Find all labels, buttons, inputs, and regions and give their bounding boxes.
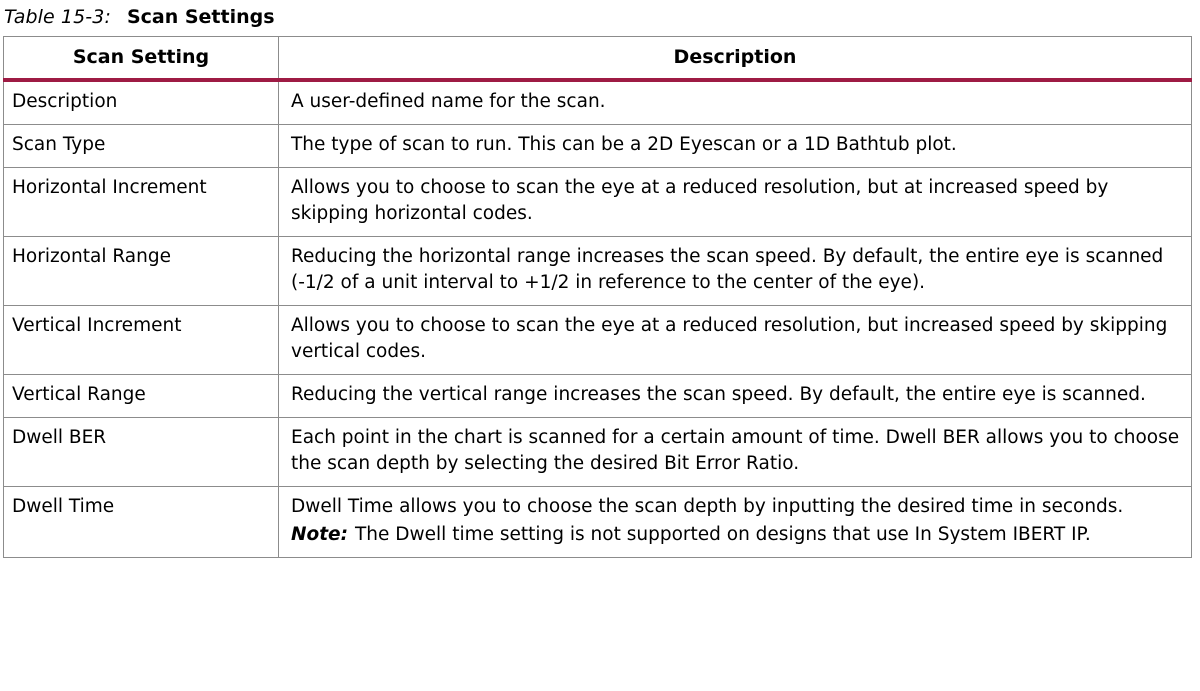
document-page: Table 15-3: Scan Settings Scan Setting De… [0,0,1200,691]
note-label: Note: [291,524,348,545]
cell-description: The type of scan to run. This can be a 2… [278,124,1192,168]
table-row: Horizontal Range Reducing the horizontal… [3,236,1192,306]
description-text: Dwell Time allows you to choose the scan… [291,496,1124,517]
cell-scan-setting: Description [3,80,279,125]
cell-description: Allows you to choose to scan the eye at … [278,167,1192,237]
table-row: Dwell BER Each point in the chart is sca… [3,417,1192,487]
cell-description: A user-defined name for the scan. [278,80,1192,125]
table-caption-label: Table 15-3: [4,6,111,28]
table-row: Vertical Range Reducing the vertical ran… [3,374,1192,418]
description-text: Reducing the vertical range increases th… [291,384,1146,405]
table-row: Vertical Increment Allows you to choose … [3,305,1192,375]
cell-scan-setting: Horizontal Increment [3,167,279,237]
table-header: Scan Setting Description [3,36,1192,82]
table-caption: Table 15-3: Scan Settings [0,0,1200,36]
cell-scan-setting: Vertical Range [3,374,279,418]
description-text: Each point in the chart is scanned for a… [291,427,1180,474]
cell-description: Reducing the vertical range increases th… [278,374,1192,418]
table-row: Description A user-defined name for the … [3,80,1192,125]
column-header-scan-setting: Scan Setting [3,36,279,82]
cell-scan-setting: Vertical Increment [3,305,279,375]
cell-scan-setting: Dwell BER [3,417,279,487]
cell-scan-setting: Dwell Time [3,486,279,558]
scan-settings-table: Scan Setting Description Description A u… [3,36,1192,558]
cell-description: Dwell Time allows you to choose the scan… [278,486,1192,558]
cell-description: Allows you to choose to scan the eye at … [278,305,1192,375]
table-row: Horizontal Increment Allows you to choos… [3,167,1192,237]
cell-description: Reducing the horizontal range increases … [278,236,1192,306]
cell-scan-setting: Scan Type [3,124,279,168]
note-text: The Dwell time setting is not supported … [354,524,1091,545]
description-text: The type of scan to run. This can be a 2… [291,134,957,155]
column-header-description: Description [278,36,1192,82]
table-row: Scan Type The type of scan to run. This … [3,124,1192,168]
table-header-row: Scan Setting Description [3,36,1192,82]
description-text: Reducing the horizontal range increases … [291,246,1164,293]
cell-scan-setting: Horizontal Range [3,236,279,306]
table-body: Description A user-defined name for the … [3,80,1192,558]
description-text: Allows you to choose to scan the eye at … [291,177,1109,224]
table-caption-title: Scan Settings [126,6,275,28]
cell-description: Each point in the chart is scanned for a… [278,417,1192,487]
description-text: A user-defined name for the scan. [291,91,606,112]
description-text: Allows you to choose to scan the eye at … [291,315,1168,362]
description-note: Note: The Dwell time setting is not suppo… [291,522,1181,548]
table-row: Dwell Time Dwell Time allows you to choo… [3,486,1192,558]
